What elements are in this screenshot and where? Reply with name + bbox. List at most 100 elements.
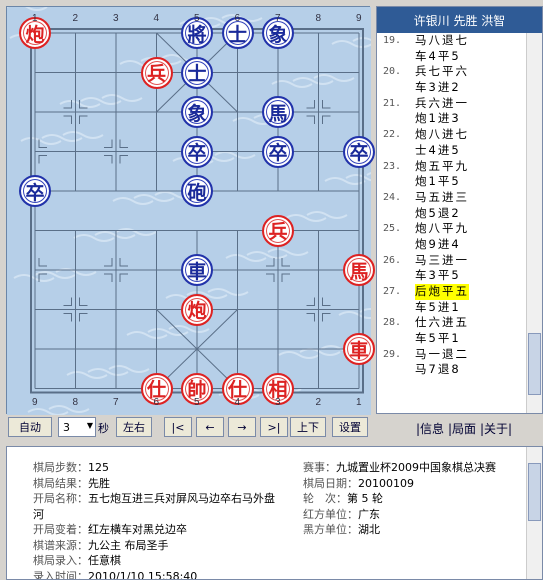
move-list-scrollbar[interactable]	[526, 33, 542, 413]
next-move-button[interactable]: →	[228, 417, 256, 437]
prev-move-button[interactable]: ←	[196, 417, 224, 437]
move-row[interactable]: 炮1平5	[377, 174, 527, 190]
tab-info[interactable]: |信息	[416, 420, 444, 437]
move-row[interactable]: 20. 兵七平六	[377, 64, 527, 80]
file-label-bottom: 8	[72, 397, 79, 408]
move-row[interactable]: 23. 炮五平九	[377, 159, 527, 175]
move-number: 28.	[383, 317, 402, 329]
piece-black[interactable]: 象	[181, 96, 213, 128]
move-row[interactable]: 车5进1	[377, 300, 527, 316]
info-label: 录入时间：	[33, 569, 88, 580]
move-row[interactable]: 车4平5	[377, 49, 527, 65]
info-label: 红方单位：	[303, 507, 358, 521]
move-row[interactable]: 24. 马五进三	[377, 190, 527, 206]
info-value: 第 5 轮	[347, 492, 383, 505]
piece-black[interactable]: 卒	[19, 175, 51, 207]
auto-play-button[interactable]: 自动	[8, 417, 52, 437]
flip-up-down-button[interactable]: 上下	[290, 417, 326, 437]
move-row[interactable]: 19. 马八退七	[377, 33, 527, 49]
info-value: 湖北	[358, 523, 380, 536]
piece-black[interactable]: 士	[181, 56, 213, 89]
settings-button[interactable]: 设置	[332, 417, 368, 437]
move-row[interactable]: 炮9进4	[377, 237, 527, 253]
move-row[interactable]: 车3平5	[377, 268, 527, 284]
move-row[interactable]: 28. 仕六进五	[377, 315, 527, 331]
chess-board[interactable]: 炮將士象兵士象馬卒卒卒卒砲兵車馬炮車仕帥仕相 12345678998765432…	[6, 6, 375, 415]
piece-black[interactable]: 卒	[181, 135, 213, 168]
move-number: 21.	[383, 97, 402, 109]
move-row[interactable]: 27. 后炮平五	[377, 284, 527, 300]
info-row: 红方单位：广东	[303, 506, 380, 522]
file-label-top: 1	[32, 13, 38, 24]
move-row[interactable]: 21. 兵六进一	[377, 96, 527, 112]
info-scrollbar[interactable]	[526, 447, 542, 579]
scrollbar-thumb[interactable]	[528, 463, 541, 521]
move-text: 车4平5	[415, 48, 461, 63]
tab-about[interactable]: |关于|	[480, 420, 512, 437]
info-row: 棋局结果：先胜	[33, 475, 110, 491]
speed-value: 3	[63, 420, 70, 434]
piece-red[interactable]: 馬	[343, 254, 375, 286]
move-text: 炮八进七	[415, 127, 469, 142]
xiangqi-viewer-app: 炮將士象兵士象馬卒卒卒卒砲兵車馬炮車仕帥仕相 12345678998765432…	[0, 0, 543, 580]
move-text: 士4进5	[415, 142, 461, 157]
piece-black[interactable]: 車	[181, 254, 213, 286]
move-number: 25.	[383, 223, 402, 235]
move-text: 车5平1	[415, 331, 461, 346]
move-text: 炮1平5	[415, 174, 461, 189]
info-label: 轮 次：	[303, 492, 347, 505]
file-label-top: 9	[356, 13, 362, 24]
game-title: 许银川 先胜 洪智	[377, 7, 542, 33]
move-row[interactable]: 车5平1	[377, 331, 527, 347]
move-row[interactable]: 26. 马三进一	[377, 253, 527, 269]
file-label-top: 5	[194, 13, 200, 24]
info-label: 棋局日期：	[303, 476, 358, 490]
chevron-down-icon: ▼	[86, 421, 93, 430]
info-value: 红左横车对黑兑边卒	[88, 523, 187, 536]
move-text: 车3进2	[415, 80, 461, 95]
flip-left-right-button[interactable]: 左右	[116, 417, 152, 437]
playback-controls: 自动 3 ▼ 秒 左右 |< ← → >| 上下 设置	[6, 416, 370, 440]
file-label-bottom: 9	[32, 397, 38, 408]
move-text: 马五进三	[415, 189, 469, 204]
move-row[interactable]: 29. 马一退二	[377, 347, 527, 363]
info-value: 九城置业杯2009中国象棋总决赛	[336, 461, 496, 474]
file-label-bottom: 6	[153, 397, 160, 408]
info-row: 黑方单位：湖北	[303, 521, 380, 537]
move-row[interactable]: 炮1进3	[377, 111, 527, 127]
move-row[interactable]: 车3进2	[377, 80, 527, 96]
info-value: 九公主 布局圣手	[88, 538, 169, 552]
move-row[interactable]: 马7退8	[377, 362, 527, 378]
piece-black[interactable]: 卒	[343, 135, 375, 168]
move-text: 马八退七	[415, 33, 469, 47]
move-text: 马三进一	[415, 252, 469, 267]
tab-position[interactable]: |局面	[448, 420, 476, 437]
file-label-bottom: 4	[234, 397, 241, 408]
move-text: 后炮平五	[415, 284, 469, 300]
move-row[interactable]: 25. 炮八平九	[377, 221, 527, 237]
info-label: 棋局录入：	[33, 554, 88, 567]
move-list[interactable]: 19. 马八退七 车4平5 20. 兵七平六 车3进2 21. 兵六进一 炮1进3 22. 炮八进七…	[377, 33, 527, 378]
move-row[interactable]: 22. 炮八进七	[377, 127, 527, 143]
info-value: 先胜	[88, 476, 110, 490]
scrollbar-thumb[interactable]	[528, 333, 541, 395]
piece-red[interactable]: 車	[343, 333, 375, 365]
first-move-button[interactable]: |<	[164, 417, 192, 437]
piece-black[interactable]: 砲	[181, 175, 213, 207]
piece-red[interactable]: 兵	[140, 56, 173, 89]
piece-black[interactable]: 卒	[262, 135, 294, 168]
piece-black[interactable]: 馬	[262, 96, 294, 128]
move-row[interactable]: 炮5退2	[377, 206, 527, 222]
info-value: 河	[33, 507, 44, 521]
move-number: 19.	[383, 35, 402, 46]
file-label-bottom: 1	[356, 397, 362, 408]
move-number: 22.	[383, 129, 402, 141]
move-row[interactable]: 士4进5	[377, 143, 527, 159]
last-move-button[interactable]: >|	[260, 417, 288, 437]
piece-red[interactable]: 炮	[181, 293, 213, 326]
speed-select[interactable]: 3 ▼	[58, 417, 96, 437]
piece-red[interactable]: 兵	[262, 214, 294, 247]
info-row: 开局名称：五七炮互进三兵对屏风马边卒右马外盘	[33, 490, 275, 506]
move-text: 炮八平九	[415, 221, 469, 236]
move-number: 27.	[383, 286, 402, 297]
